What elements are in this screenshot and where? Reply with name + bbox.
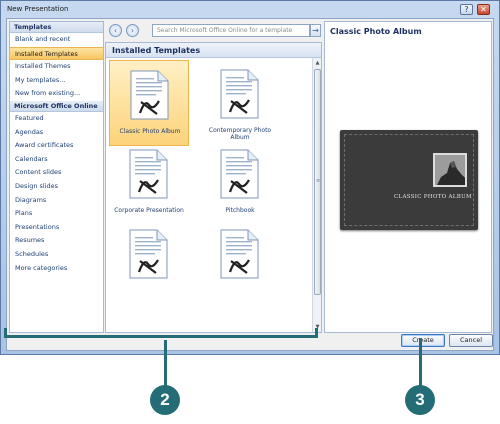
create-button[interactable]: Create [401, 334, 445, 347]
category-item[interactable]: Content slides [10, 166, 103, 180]
search-placeholder: Search Microsoft Office Online for a tem… [157, 27, 293, 34]
document-icon [127, 228, 170, 280]
window-title: New Presentation [7, 5, 69, 13]
category-item[interactable]: Featured [10, 112, 103, 126]
template-label: Corporate Presentation [114, 207, 184, 214]
back-button[interactable]: ‹ [109, 24, 122, 37]
template-tile[interactable]: Classic Photo Album [109, 60, 189, 146]
nav-bar: ‹ › Search Microsoft Office Online for a… [105, 21, 322, 41]
document-icon [218, 228, 261, 280]
template-label: Contemporary Photo Album [208, 127, 272, 141]
category-item[interactable]: Award certificates [10, 139, 103, 153]
template-tile[interactable]: Corporate Presentation [109, 140, 189, 226]
category-item[interactable]: New from existing... [10, 87, 103, 101]
dialog-body: Templates Blank and recent Installed Templ… [6, 18, 494, 351]
template-gallery: Installed Templates Classic Photo Album … [105, 42, 322, 333]
category-item[interactable]: Installed Templates [10, 46, 103, 61]
template-label: Classic Photo Album [119, 128, 181, 135]
grip-icon: ≡ [316, 178, 321, 184]
section-header: Templates [10, 22, 103, 33]
cancel-button[interactable]: Cancel [449, 334, 493, 347]
category-item[interactable]: My templates... [10, 74, 103, 88]
document-icon [127, 148, 170, 200]
template-tile[interactable]: Pitchbook [200, 140, 280, 226]
template-tile[interactable]: Contemporary Photo Album [200, 60, 280, 146]
preview-title: Classic Photo Album [330, 27, 422, 36]
callout-stem-2 [164, 340, 167, 388]
category-item[interactable]: Schedules [10, 248, 103, 262]
album-preview-image: CLASSIC PHOTO ALBUM [340, 130, 478, 230]
category-item[interactable]: Plans [10, 207, 103, 221]
category-item[interactable]: Resumes [10, 234, 103, 248]
search-go-button[interactable]: → [310, 24, 321, 37]
album-cover-text: CLASSIC PHOTO ALBUM [394, 194, 472, 200]
category-item[interactable]: Blank and recent [10, 33, 103, 47]
document-icon [128, 69, 171, 121]
category-item[interactable]: Agendas [10, 126, 103, 140]
forward-button[interactable]: › [126, 24, 139, 37]
album-photo [433, 153, 467, 187]
gallery-scrollbar[interactable]: ▲ ≡ ▼ [312, 58, 321, 332]
category-item[interactable]: Presentations [10, 221, 103, 235]
callout-bracket [4, 328, 318, 338]
new-presentation-dialog: New Presentation ? ✕ Templates Blank and … [0, 0, 500, 355]
template-tile[interactable] [109, 220, 189, 306]
template-browser: ‹ › Search Microsoft Office Online for a… [105, 21, 322, 333]
document-icon [218, 148, 261, 200]
gallery-title: Installed Templates [106, 43, 321, 58]
title-bar: New Presentation ? ✕ [1, 1, 499, 18]
category-item[interactable]: Installed Themes [10, 60, 103, 74]
category-item[interactable]: Design slides [10, 180, 103, 194]
callout-badge-2: 2 [150, 385, 180, 415]
scroll-thumb[interactable]: ≡ [314, 69, 321, 295]
category-item[interactable]: Diagrams [10, 194, 103, 208]
category-item[interactable]: Calendars [10, 153, 103, 167]
close-button[interactable]: ✕ [477, 4, 490, 15]
document-icon [218, 68, 261, 120]
help-button[interactable]: ? [460, 4, 473, 15]
callout-stem-3 [419, 338, 422, 388]
category-item[interactable]: More categories [10, 262, 103, 276]
search-input[interactable]: Search Microsoft Office Online for a tem… [152, 24, 310, 37]
scroll-up-arrow[interactable]: ▲ [314, 60, 321, 67]
preview-pane: Classic Photo Album CLASSIC PHOTO ALBUM [324, 21, 492, 333]
callout-badge-3: 3 [405, 385, 435, 415]
template-tile[interactable] [200, 220, 280, 306]
section-header: Microsoft Office Online [10, 100, 103, 112]
category-pane: Templates Blank and recent Installed Templ… [9, 21, 104, 333]
template-label: Pitchbook [225, 207, 255, 214]
